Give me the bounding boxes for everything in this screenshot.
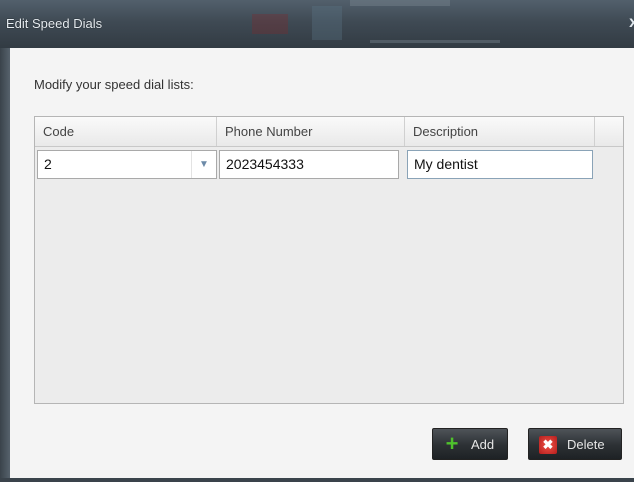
phone-number-field[interactable]: 2023454333 <box>219 150 399 179</box>
column-header-description[interactable]: Description <box>405 117 595 146</box>
background-app-decor <box>312 6 342 40</box>
code-combobox[interactable]: 2 ▼ <box>37 150 217 179</box>
column-header-phone-number[interactable]: Phone Number <box>217 117 405 146</box>
speed-dial-grid: Code Phone Number Description 2 ▼ 202345… <box>34 116 624 404</box>
column-header-code[interactable]: Code <box>35 117 217 146</box>
delete-button[interactable]: ✖ Delete <box>528 428 622 460</box>
background-app-decor <box>350 0 450 6</box>
description-field[interactable]: My dentist <box>407 150 593 179</box>
background-app-decor <box>370 40 500 43</box>
add-button-label: Add <box>471 437 495 452</box>
code-value: 2 <box>44 156 52 172</box>
x-icon: ✖ <box>539 436 557 454</box>
instruction-text: Modify your speed dial lists: <box>34 77 194 92</box>
column-header-extra <box>595 117 623 146</box>
dialog-content: Modify your speed dial lists: Code Phone… <box>10 48 634 478</box>
table-row: 2 ▼ 2023454333 My dentist <box>35 147 623 183</box>
add-button[interactable]: + Add <box>432 428 508 460</box>
dialog-titlebar: Edit Speed Dials x <box>0 0 634 48</box>
plus-icon: + <box>445 431 459 456</box>
dialog-title: Edit Speed Dials <box>6 16 103 31</box>
dialog-frame-left <box>0 48 10 478</box>
dialog-frame-bottom <box>0 478 634 482</box>
chevron-down-icon[interactable]: ▼ <box>191 151 216 178</box>
close-icon[interactable]: x <box>629 14 634 32</box>
grid-header: Code Phone Number Description <box>35 117 623 147</box>
delete-button-label: Delete <box>567 437 605 452</box>
background-app-decor <box>252 14 288 34</box>
